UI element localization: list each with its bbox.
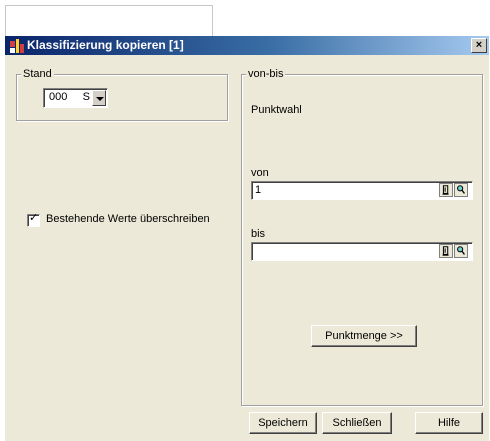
von-field[interactable]: 1 (251, 181, 473, 200)
stand-select[interactable]: 000 S (43, 88, 108, 108)
punktwahl-heading: Punktwahl (251, 104, 302, 116)
point-picker-icon (442, 185, 449, 195)
window-title: Klassifizierung kopieren [1] (27, 38, 184, 52)
punktmenge-button[interactable]: Punktmenge >> (311, 325, 417, 347)
vonbis-legend: von-bis (246, 68, 286, 80)
bis-point-picker-button[interactable] (439, 244, 453, 258)
title-bar[interactable]: Klassifizierung kopieren [1] × (5, 36, 489, 55)
von-value: 1 (255, 184, 262, 196)
point-picker-icon (442, 246, 449, 256)
von-search-button[interactable] (454, 183, 468, 197)
von-point-picker-button[interactable] (439, 183, 453, 197)
von-label: von (251, 167, 269, 179)
dialog-window: Klassifizierung kopieren [1] × Stand 000… (5, 36, 489, 441)
close-button[interactable]: Schließen (322, 412, 392, 434)
close-icon[interactable]: × (471, 38, 487, 53)
search-icon (457, 185, 465, 194)
bis-search-button[interactable] (454, 244, 468, 258)
search-icon (457, 246, 465, 255)
save-button[interactable]: Speichern (249, 412, 317, 434)
vonbis-group (241, 74, 483, 406)
chevron-down-icon[interactable] (92, 90, 106, 106)
bis-label: bis (251, 228, 266, 240)
overwrite-checkbox[interactable]: ✓ (27, 212, 40, 227)
app-icon (10, 39, 24, 53)
checkmark-icon: ✓ (29, 212, 39, 224)
stand-legend: Stand (21, 68, 54, 80)
stand-selected-value: 000 S (49, 91, 90, 103)
bis-field[interactable] (251, 242, 473, 261)
overwrite-label: Bestehende Werte überschreiben (46, 213, 210, 225)
help-button[interactable]: Hilfe (415, 412, 483, 434)
top-blank-field (5, 5, 213, 37)
